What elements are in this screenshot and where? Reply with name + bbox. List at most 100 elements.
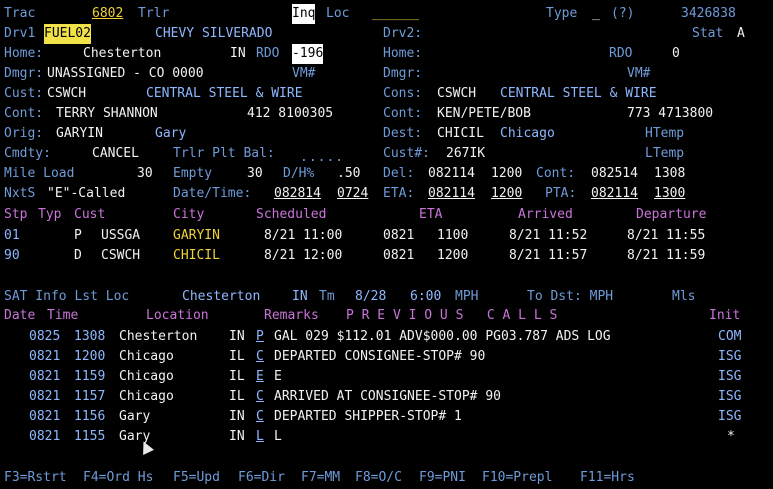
call-code[interactable]: C xyxy=(256,387,264,407)
fkey-f7[interactable]: F7=MM xyxy=(301,468,340,488)
home-label: Home: xyxy=(4,46,44,61)
fkey-f8[interactable]: F8=O/C xyxy=(355,468,402,488)
stop-number: 90 xyxy=(4,248,20,263)
cont2-label: Cont: xyxy=(383,106,423,121)
loc-field[interactable]: ______ xyxy=(372,4,419,24)
call-city: Chicago xyxy=(119,369,174,384)
custnum-label: Cust#: xyxy=(383,146,430,161)
eta-time-field[interactable]: 1200 xyxy=(491,184,522,204)
stop-eta-time: 1200 xyxy=(437,248,469,263)
call-city: Gary xyxy=(119,409,151,424)
dest-label: Dest: xyxy=(383,126,423,141)
empty-label: Empty xyxy=(173,166,213,181)
fkey-f9[interactable]: F9=PNI xyxy=(419,468,466,488)
sat-date: 8/28 xyxy=(355,289,387,304)
stop-number: 01 xyxy=(4,228,20,243)
stop-departure: 8/21 11:55 xyxy=(627,228,706,243)
sat-mls-label: Mls xyxy=(672,289,696,304)
fkey-f10[interactable]: F10=Prepl xyxy=(482,468,552,488)
ltemp-label: LTemp xyxy=(645,146,685,161)
cont-name: TERRY SHANNON xyxy=(56,106,158,121)
cons-label: Cons: xyxy=(383,86,423,101)
stops-header-typ: Typ xyxy=(38,207,62,222)
sat-time: 6:00 xyxy=(410,289,442,304)
stop-type: D xyxy=(74,248,82,263)
rdo-value[interactable]: -196 xyxy=(292,44,324,64)
terminal-screen: Trac 6802 Trlr Inq Loc ______ Type _ (?)… xyxy=(0,0,773,489)
datetime-label: Date/Time: xyxy=(173,186,252,201)
call-state: IN xyxy=(229,409,245,424)
pta-date-field[interactable]: 082114 xyxy=(591,184,638,204)
call-code[interactable]: C xyxy=(256,407,264,427)
mile-load-label: Mile Load xyxy=(4,166,75,181)
stops-header-stp: Stp xyxy=(4,207,28,222)
fkey-f4[interactable]: F4=Ord Hs xyxy=(83,468,153,488)
stop-arrived: 8/21 11:57 xyxy=(509,248,588,263)
del-cont-date: 082514 xyxy=(591,166,638,181)
call-state: IL xyxy=(229,369,245,384)
call-date: 0825 xyxy=(29,329,61,344)
stop-eta-time: 1100 xyxy=(437,228,469,243)
stat-label: Stat xyxy=(692,26,724,41)
del-cont-time: 1308 xyxy=(654,166,686,181)
del-date: 082114 xyxy=(428,166,475,181)
stops-header-departure: Departure xyxy=(636,207,707,222)
fkey-f3[interactable]: F3=Rstrt xyxy=(4,468,67,488)
call-time: 1157 xyxy=(74,389,106,404)
stop-departure: 8/21 11:59 xyxy=(627,248,706,263)
del-label: Del: xyxy=(383,166,415,181)
home-state: IN xyxy=(230,46,246,61)
call-code[interactable]: P xyxy=(256,327,264,347)
call-code[interactable]: L xyxy=(256,427,264,447)
sat-city: Chesterton xyxy=(182,289,261,304)
calls-header-time: Time xyxy=(47,308,79,323)
eta-date-field[interactable]: 082114 xyxy=(428,184,475,204)
dmgr-value: UNASSIGNED - CO 0000 xyxy=(47,66,204,81)
call-code[interactable]: C xyxy=(256,347,264,367)
call-code[interactable]: E xyxy=(256,367,264,387)
cmdty-value: CANCEL xyxy=(92,146,139,161)
call-remark: DEPARTED SHIPPER-STOP# 1 xyxy=(274,409,462,424)
call-city: Chicago xyxy=(119,389,174,404)
drv1-label: Drv1 xyxy=(4,26,36,41)
drv1-vehicle: CHEVY SILVERADO xyxy=(155,26,273,41)
help-link[interactable]: (?) xyxy=(611,4,634,24)
call-date: 0821 xyxy=(29,389,61,404)
home2-label: Home: xyxy=(383,46,423,61)
type-label: Type xyxy=(546,6,578,21)
dh-label: D/H% xyxy=(283,166,315,181)
stops-header-eta: ETA xyxy=(419,207,443,222)
call-remark: DEPARTED CONSIGNEE-STOP# 90 xyxy=(274,349,486,364)
call-remark: E xyxy=(274,369,282,384)
drv2-label: Drv2: xyxy=(383,26,423,41)
fkey-f6[interactable]: F6=Dir xyxy=(238,468,285,488)
rdo2-label: RDO xyxy=(609,46,633,61)
call-date: 0821 xyxy=(29,369,61,384)
fkey-f5[interactable]: F5=Upd xyxy=(173,468,220,488)
nxts-time-field[interactable]: 0724 xyxy=(337,184,368,204)
stop-cust: CSWCH xyxy=(101,248,141,263)
nxts-date-field[interactable]: 082814 xyxy=(274,184,321,204)
fkey-f11[interactable]: F11=Hrs xyxy=(580,468,635,488)
trac-field[interactable]: 6802 xyxy=(92,4,123,24)
nxts-value: "E"-Called xyxy=(47,186,126,201)
stop-eta-date: 0821 xyxy=(383,228,415,243)
orig-code: GARYIN xyxy=(56,126,103,141)
stop-type: P xyxy=(74,228,82,243)
custnum-value: 267IK xyxy=(446,146,486,161)
stop-scheduled: 8/21 12:00 xyxy=(264,248,343,263)
cont2-phone: 773 4713800 xyxy=(627,106,714,121)
drv1-code-field[interactable]: FUEL02 xyxy=(44,24,91,44)
pta-time-field[interactable]: 1300 xyxy=(654,184,685,204)
type-field[interactable]: _ xyxy=(592,4,600,24)
inq-mode[interactable]: Inq xyxy=(292,4,316,24)
pta-label: PTA: xyxy=(545,186,577,201)
vm2-label: VM# xyxy=(627,66,651,81)
stop-cust: USSGA xyxy=(101,228,141,243)
call-state: IN xyxy=(229,329,245,344)
call-date: 0821 xyxy=(29,429,61,444)
stop-eta-date: 0821 xyxy=(383,248,415,263)
empty-value: 30 xyxy=(247,166,263,181)
rdo-label: RDO xyxy=(256,46,280,61)
call-init: * xyxy=(727,429,735,444)
